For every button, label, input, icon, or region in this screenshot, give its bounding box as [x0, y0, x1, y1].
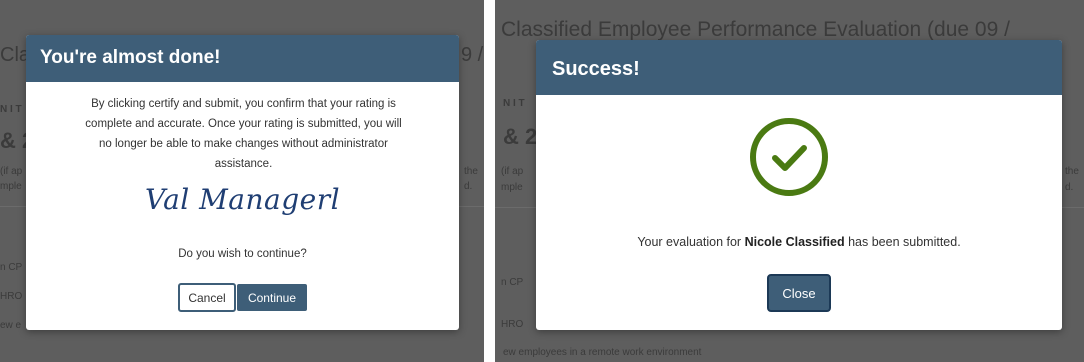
- message-prefix: Your evaluation for: [637, 235, 745, 249]
- success-dialog: Success! Your evaluation for Nicole Clas…: [536, 40, 1062, 330]
- bg-text-fragment-2: mple: [501, 182, 523, 193]
- bg-item-fragment-2: HRO: [0, 291, 23, 302]
- bg-tag-fragment: N I T: [503, 98, 525, 109]
- dialog-title: Success!: [536, 40, 1062, 95]
- dialog-title: You're almost done!: [26, 35, 459, 82]
- bg-page-title-right-fragment: 9 / (: [461, 44, 484, 66]
- close-button[interactable]: Close: [767, 274, 831, 312]
- check-circle-icon: [750, 118, 828, 196]
- bg-right-fragment-1: the: [464, 166, 478, 177]
- bg-item-fragment-1: n CP: [0, 262, 23, 273]
- bg-item-fragment-2: HRO: [501, 319, 524, 330]
- bg-heading-fragment: & 2: [503, 124, 538, 149]
- bg-item-fragment-1: n CP: [501, 277, 524, 288]
- signature: Val Managerl: [144, 183, 341, 216]
- bg-item-fragment-3: ew e: [0, 320, 22, 331]
- bg-text-fragment-1: (if ap: [501, 166, 524, 177]
- bg-right-fragment-1: the: [1065, 166, 1079, 177]
- employee-name: Nicole Classified: [744, 235, 845, 249]
- right-screenshot-panel: Classified Employee Performance Evaluati…: [495, 0, 1084, 362]
- certify-dialog: You're almost done! By clicking certify …: [26, 35, 459, 330]
- bg-text-fragment-1: (if ap: [0, 166, 23, 177]
- panel-separator: [484, 0, 495, 362]
- left-screenshot-panel: Clas 9 / ( N I T & 2 (if ap mple the d. …: [0, 0, 484, 362]
- bg-right-fragment-2: d.: [464, 181, 473, 192]
- bg-text-fragment-2: mple: [0, 181, 22, 192]
- bg-page-title: Classified Employee Performance Evaluati…: [501, 18, 1010, 41]
- dialog-description: By clicking certify and submit, you conf…: [85, 98, 402, 170]
- bg-right-fragment-2: d.: [1065, 182, 1074, 193]
- confirm-question: Do you wish to continue?: [178, 248, 307, 260]
- success-message: Your evaluation for Nicole Classified ha…: [536, 235, 1062, 249]
- message-suffix: has been submitted.: [844, 235, 961, 249]
- continue-button[interactable]: Continue: [237, 284, 307, 311]
- cancel-button[interactable]: Cancel: [178, 283, 236, 312]
- bg-tag-fragment: N I T: [0, 104, 22, 115]
- bg-bottom-text: ew employees in a remote work environmen…: [503, 347, 702, 358]
